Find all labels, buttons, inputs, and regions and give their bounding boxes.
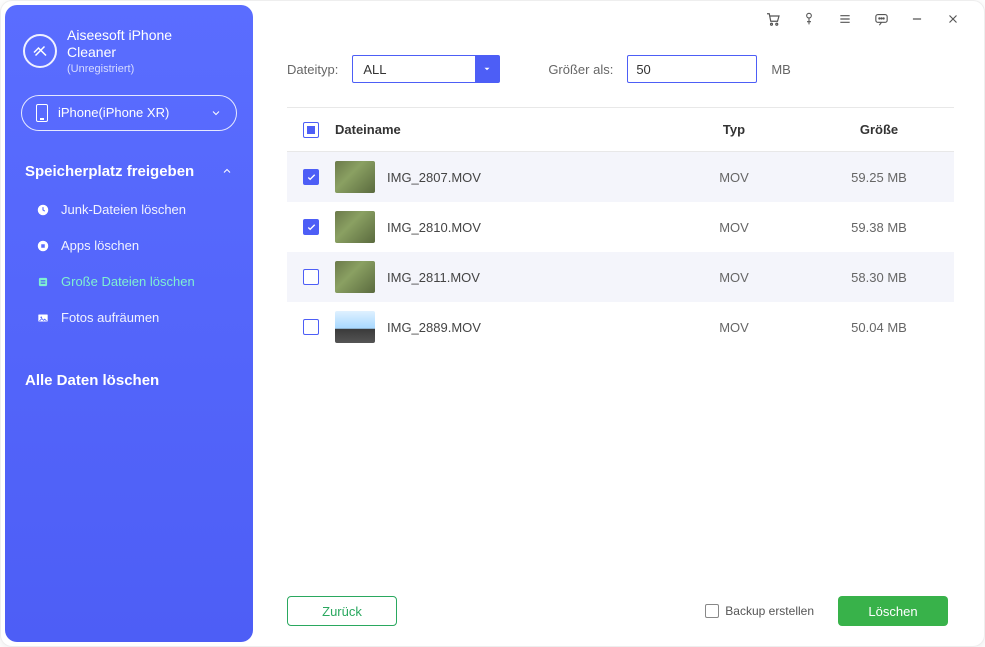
file-thumbnail xyxy=(335,161,375,193)
row-checkbox[interactable] xyxy=(303,219,319,235)
sidebar-section-free-space[interactable]: Speicherplatz freigeben xyxy=(5,149,253,192)
files-icon xyxy=(35,274,51,290)
header-checkbox[interactable] xyxy=(303,122,319,138)
table-row[interactable]: IMG_2889.MOV MOV50.04 MB xyxy=(287,302,954,352)
brand-text: Aiseesoft iPhoneCleaner (Unregistriert) xyxy=(67,27,172,75)
brand-block: Aiseesoft iPhoneCleaner (Unregistriert) xyxy=(5,23,253,89)
header-name: Dateiname xyxy=(335,122,664,137)
sidebar-item-large-files[interactable]: Große Dateien löschen xyxy=(5,264,253,300)
sidebar-item-junk[interactable]: Junk-Dateien löschen xyxy=(5,192,253,228)
footer-bar: Zurück Backup erstellen Löschen xyxy=(257,576,984,646)
file-thumbnail xyxy=(335,311,375,343)
table-row[interactable]: IMG_2807.MOV MOV59.25 MB xyxy=(287,152,954,202)
app-window: Aiseesoft iPhoneCleaner (Unregistriert) … xyxy=(0,0,985,647)
phone-icon xyxy=(36,104,48,122)
sidebar-item-apps[interactable]: Apps löschen xyxy=(5,228,253,264)
device-selector[interactable]: iPhone(iPhone XR) xyxy=(21,95,237,131)
filetype-value: ALL xyxy=(363,62,386,77)
header-type: Typ xyxy=(664,122,804,137)
delete-button[interactable]: Löschen xyxy=(838,596,948,626)
file-size: 59.38 MB xyxy=(804,220,954,235)
row-checkbox[interactable] xyxy=(303,169,319,185)
file-name: IMG_2807.MOV xyxy=(387,170,481,185)
file-type: MOV xyxy=(664,220,804,235)
file-thumbnail xyxy=(335,211,375,243)
cart-icon[interactable] xyxy=(764,10,782,28)
feedback-icon[interactable] xyxy=(872,10,890,28)
header-size: Größe xyxy=(804,122,954,137)
main-area: Dateityp: ALL Größer als: MB Dateiname T… xyxy=(257,1,984,646)
file-thumbnail xyxy=(335,261,375,293)
brand-logo-icon xyxy=(23,34,57,68)
filetype-select[interactable]: ALL xyxy=(352,55,500,83)
sidebar: Aiseesoft iPhoneCleaner (Unregistriert) … xyxy=(5,5,253,642)
row-checkbox[interactable] xyxy=(303,319,319,335)
sidebar-item-label: Fotos aufräumen xyxy=(61,310,159,325)
photos-icon xyxy=(35,310,51,326)
filter-bar: Dateityp: ALL Größer als: MB xyxy=(257,37,984,91)
table-row[interactable]: IMG_2810.MOV MOV59.38 MB xyxy=(287,202,954,252)
size-unit: MB xyxy=(771,62,791,77)
device-label: iPhone(iPhone XR) xyxy=(58,105,169,120)
table-header: Dateiname Typ Größe xyxy=(287,108,954,152)
clock-icon xyxy=(35,202,51,218)
file-type: MOV xyxy=(664,270,804,285)
filetype-label: Dateityp: xyxy=(287,62,338,77)
file-size: 59.25 MB xyxy=(804,170,954,185)
sidebar-section-label: Speicherplatz freigeben xyxy=(25,163,194,180)
backup-checkbox-box[interactable] xyxy=(705,604,719,618)
sidebar-item-label: Apps löschen xyxy=(61,238,139,253)
file-size: 58.30 MB xyxy=(804,270,954,285)
close-button[interactable] xyxy=(944,10,962,28)
key-icon[interactable] xyxy=(800,10,818,28)
brand-product: Cleaner xyxy=(67,44,116,60)
sidebar-section-erase-all[interactable]: Alle Daten löschen xyxy=(5,358,253,401)
sidebar-item-photos[interactable]: Fotos aufräumen xyxy=(5,300,253,336)
sidebar-item-label: Große Dateien löschen xyxy=(61,274,195,289)
backup-label: Backup erstellen xyxy=(725,604,814,618)
dropdown-arrow-icon xyxy=(475,56,499,82)
menu-icon[interactable] xyxy=(836,10,854,28)
chevron-down-icon xyxy=(210,107,222,119)
sidebar-section2-label: Alle Daten löschen xyxy=(25,372,159,389)
file-name: IMG_2810.MOV xyxy=(387,220,481,235)
chevron-up-icon xyxy=(221,165,233,177)
file-type: MOV xyxy=(664,320,804,335)
back-button[interactable]: Zurück xyxy=(287,596,397,626)
size-input[interactable] xyxy=(627,55,757,83)
file-type: MOV xyxy=(664,170,804,185)
apps-icon xyxy=(35,238,51,254)
titlebar xyxy=(257,1,984,37)
brand-status: (Unregistriert) xyxy=(67,63,172,75)
minimize-button[interactable] xyxy=(908,10,926,28)
file-name: IMG_2889.MOV xyxy=(387,320,481,335)
row-checkbox[interactable] xyxy=(303,269,319,285)
size-label: Größer als: xyxy=(548,62,613,77)
file-name: IMG_2811.MOV xyxy=(387,270,480,285)
brand-name: Aiseesoft iPhone xyxy=(67,27,172,43)
sidebar-item-label: Junk-Dateien löschen xyxy=(61,202,186,217)
backup-checkbox[interactable]: Backup erstellen xyxy=(705,604,814,618)
table-row[interactable]: IMG_2811.MOV MOV58.30 MB xyxy=(287,252,954,302)
file-list: Dateiname Typ Größe IMG_2807.MOVMOV59.25… xyxy=(257,91,984,576)
file-size: 50.04 MB xyxy=(804,320,954,335)
